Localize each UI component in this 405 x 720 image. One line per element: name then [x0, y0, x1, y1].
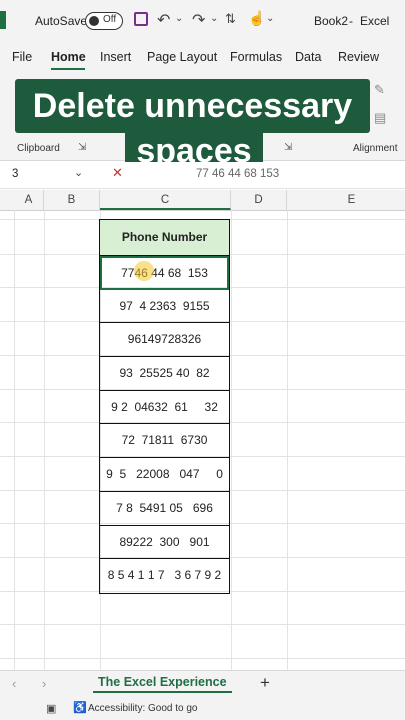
phone-cell[interactable]: 96149728326 — [100, 323, 229, 358]
paste-icon[interactable]: ▤ — [374, 110, 386, 126]
autosave-state: Off — [103, 14, 117, 25]
formula-input[interactable]: 77 46 44 68 153 — [196, 168, 279, 180]
grid-line — [231, 210, 232, 670]
font-launcher-icon[interactable]: ⇲ — [284, 142, 292, 153]
phone-cell[interactable]: 7 8 5491 05 696 — [100, 492, 229, 526]
tab-formulas[interactable]: Formulas — [230, 50, 282, 64]
customize-qat-icon[interactable]: ⌄ — [266, 13, 274, 24]
sort-icon[interactable]: ⇅ — [225, 11, 236, 27]
phone-cell[interactable]: 9 5 22008 047 0 — [100, 458, 229, 492]
phone-cell[interactable]: 9 2 04632 61 32 — [100, 391, 229, 425]
name-box[interactable]: 3 — [12, 168, 18, 180]
next-sheet-icon[interactable]: › — [42, 676, 46, 691]
sheet-view-icon[interactable]: ▣ — [46, 702, 56, 715]
touch-mode-icon[interactable]: ☝ — [248, 10, 265, 27]
cancel-icon[interactable]: ✕ — [112, 165, 123, 181]
grid-line — [0, 624, 405, 625]
column-header-b[interactable]: B — [44, 190, 100, 210]
tab-file[interactable]: File — [12, 50, 32, 64]
accessibility-status[interactable]: Accessibility: Good to go — [88, 703, 198, 714]
column-header-a[interactable]: A — [14, 190, 44, 210]
name-box-dropdown-icon[interactable]: ⌄ — [74, 166, 83, 179]
phone-cell[interactable]: 89222 300 901 — [100, 526, 229, 560]
title-separator: - — [349, 14, 353, 28]
phone-cell[interactable]: 8 5 4 1 1 7 3 6 7 9 2 — [100, 559, 229, 593]
banner-line-1: Delete unnecessary — [15, 79, 370, 133]
workbook-name: Book2 — [314, 14, 349, 28]
tab-insert[interactable]: Insert — [100, 50, 131, 64]
alignment-group-label: Alignment — [353, 143, 398, 154]
undo-dropdown-icon[interactable]: ⌄ — [175, 13, 183, 24]
column-header-e[interactable]: E — [287, 190, 405, 210]
excel-logo-icon — [0, 11, 6, 29]
grid-line — [287, 210, 288, 670]
tab-review[interactable]: Review — [338, 50, 379, 64]
phone-number-header[interactable]: Phone Number — [100, 220, 229, 256]
tab-page-layout[interactable]: Page Layout — [147, 50, 217, 64]
cursor-highlight-icon — [134, 261, 154, 281]
format-painter-icon[interactable]: ✎ — [374, 82, 385, 98]
autosave-label: AutoSave — [35, 14, 88, 28]
toggle-knob-icon — [89, 16, 99, 26]
column-header-d[interactable]: D — [231, 190, 287, 210]
undo-icon[interactable]: ↶ — [157, 10, 170, 30]
clipboard-group-label: Clipboard — [17, 143, 60, 154]
add-sheet-button[interactable]: + — [260, 673, 270, 693]
grid-line — [0, 658, 405, 659]
save-icon[interactable] — [134, 12, 148, 26]
tab-data[interactable]: Data — [295, 50, 321, 64]
phone-number-table: Phone Number 7746 44 68 153 97 4 2363 91… — [99, 219, 230, 594]
clipboard-launcher-icon[interactable]: ⇲ — [78, 142, 86, 153]
redo-dropdown-icon[interactable]: ⌄ — [210, 13, 218, 24]
phone-cell[interactable]: 72 71811 6730 — [100, 424, 229, 459]
phone-cell-active[interactable]: 7746 44 68 153 — [100, 256, 229, 290]
grid-line — [14, 210, 15, 670]
app-name: Excel — [360, 14, 390, 28]
sheet-tabs-bar: ‹ › The Excel Experience + — [0, 670, 405, 699]
redo-icon[interactable]: ↷ — [192, 10, 205, 30]
tab-home[interactable]: Home — [51, 50, 86, 64]
grid-line — [44, 210, 45, 670]
accessibility-icon[interactable]: ♿ — [73, 701, 87, 714]
sheet-tab[interactable]: The Excel Experience — [93, 675, 232, 693]
prev-sheet-icon[interactable]: ‹ — [12, 676, 16, 691]
autosave-toggle[interactable]: Off — [85, 12, 123, 30]
phone-cell[interactable]: 97 4 2363 9155 — [100, 290, 229, 324]
formula-bar: 3 ⌄ ✕ 77 46 44 68 153 — [0, 162, 405, 189]
title-bar: AutoSave Off ↶ ⌄ ↷ ⌄ ⇅ ☝ ⌄ Book2 - Excel — [0, 0, 405, 40]
ribbon-tabs: File Home Insert Page Layout Formulas Da… — [0, 40, 405, 70]
column-headers: A B C D E — [0, 190, 405, 211]
status-bar: ▣ ♿ Accessibility: Good to go — [0, 698, 405, 720]
column-header-c[interactable]: C — [100, 190, 231, 210]
phone-cell[interactable]: 93 25525 40 82 — [100, 357, 229, 391]
